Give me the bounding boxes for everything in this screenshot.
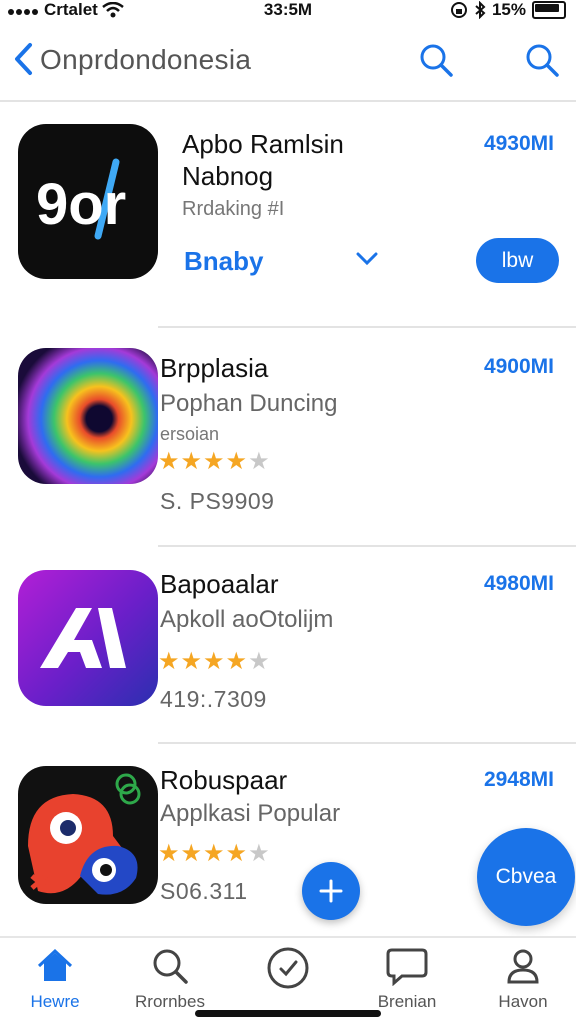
app-icon-featured[interactable]: 9or <box>18 124 158 279</box>
tab-home[interactable]: Hewre <box>0 946 110 1012</box>
app-developer: ersoian <box>160 424 220 444</box>
app-price: S. PS9909 <box>160 488 275 514</box>
star-icon: ★ <box>248 648 270 675</box>
status-bar: Crtalet 33:5M 15% <box>0 0 576 22</box>
star-icon: ★ <box>225 648 248 675</box>
app-size: 4900MI <box>483 355 554 378</box>
star-icon: ★ <box>225 840 248 867</box>
add-button[interactable] <box>302 862 360 920</box>
app-category: Applkasi Popular <box>160 800 341 827</box>
star-icon: ★ <box>180 648 203 675</box>
star-icon: ★ <box>158 448 180 475</box>
star-icon: ★ <box>225 448 248 475</box>
app-name[interactable]: Bapoaalar <box>160 568 279 600</box>
star-icon: ★ <box>203 840 225 867</box>
tab-label: Brenian <box>377 992 437 1011</box>
back-chevron-icon[interactable] <box>12 42 36 76</box>
featured-app-subtitle: Rrdaking #I <box>182 198 285 220</box>
battery-icon <box>532 1 566 19</box>
chat-bubble-icon <box>386 948 428 986</box>
chevron-down-icon[interactable] <box>355 250 379 268</box>
star-rating: ★ ★ ★ ★ ★ <box>158 650 270 674</box>
app-price: 419:.7309 <box>160 686 267 712</box>
letter-a-logo-icon <box>40 608 126 668</box>
featured-app-name-line1[interactable]: Apbo Ramlsin <box>182 128 344 160</box>
app-icon-2[interactable] <box>18 570 158 706</box>
nav-bar: Onprdondonesia <box>0 40 576 90</box>
star-icon: ★ <box>180 448 203 475</box>
tab-profile[interactable]: Havon <box>468 946 576 1012</box>
star-icon: ★ <box>158 648 180 675</box>
tab-label: Rrornbes <box>135 992 205 1011</box>
tab-chat[interactable]: Brenian <box>352 946 462 1012</box>
app-name[interactable]: Robuspaar <box>160 764 287 796</box>
search-icon[interactable] <box>524 42 560 78</box>
star-icon: ★ <box>248 840 270 867</box>
divider <box>0 100 576 102</box>
star-icon: ★ <box>158 840 180 867</box>
star-icon: ★ <box>203 448 225 475</box>
app-icon-3[interactable] <box>18 766 158 904</box>
tab-label: Havon <box>498 992 548 1011</box>
app-size: 2948MI <box>483 768 554 791</box>
home-indicator <box>195 1010 381 1017</box>
creature-logo-icon <box>28 773 141 895</box>
app-category: Apkoll aoOtolijm <box>160 606 334 633</box>
featured-app-name-line2[interactable]: Nabnog <box>182 160 273 192</box>
app-icon-1[interactable] <box>18 348 158 484</box>
profile-icon <box>507 949 539 984</box>
featured-logo-text: 9or <box>36 172 126 237</box>
featured-logo-icon: 9or <box>36 158 126 240</box>
divider <box>158 326 576 328</box>
app-price: S06.311 <box>160 878 248 904</box>
star-icon: ★ <box>203 648 225 675</box>
home-icon <box>37 948 73 981</box>
app-size: 4980MI <box>483 572 554 595</box>
lock-rotation-icon <box>450 2 467 18</box>
divider <box>158 545 576 547</box>
tab-label: Hewre <box>30 992 80 1011</box>
tab-search[interactable]: Rrornbes <box>115 946 225 1012</box>
page-title: Onprdondonesia <box>40 44 252 75</box>
plus-icon <box>319 879 343 903</box>
featured-app-size: 4930MI <box>483 132 554 155</box>
app-name[interactable]: Brpplasia <box>160 352 268 384</box>
floating-action-button[interactable]: Cbvea <box>477 828 575 926</box>
star-icon: ★ <box>180 840 203 867</box>
status-right: 15% <box>450 0 566 20</box>
battery-percent: 15% <box>491 0 526 19</box>
app-category: Pophan Duncing <box>160 390 338 417</box>
star-icon: ★ <box>248 448 270 475</box>
star-rating: ★ ★ ★ ★ ★ <box>158 842 270 866</box>
star-rating: ★ ★ ★ ★ ★ <box>158 450 270 474</box>
bluetooth-icon <box>475 1 486 19</box>
get-button[interactable]: lbw <box>476 238 559 283</box>
search-icon[interactable] <box>418 42 454 78</box>
featured-link[interactable]: Bnaby <box>184 246 263 277</box>
search-icon <box>153 949 188 984</box>
tab-check[interactable] <box>233 946 343 996</box>
divider <box>158 742 576 744</box>
check-circle-icon <box>267 947 309 989</box>
